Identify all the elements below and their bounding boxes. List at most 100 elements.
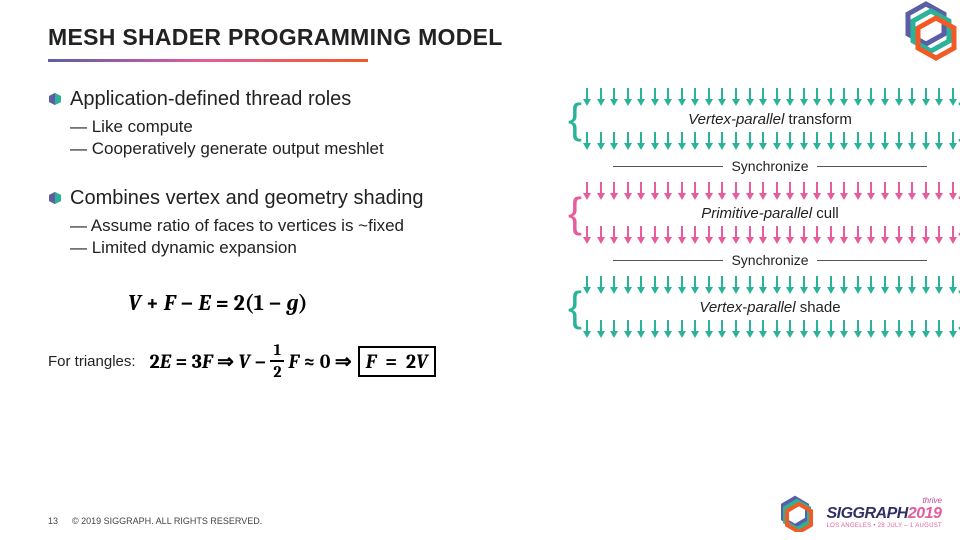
arrow-down-icon [799, 276, 809, 294]
arrow-down-icon [636, 88, 646, 106]
arrow-down-icon [894, 182, 904, 200]
arrow-down-icon [880, 226, 890, 244]
arrow-down-icon [609, 226, 619, 244]
arrow-down-icon [839, 276, 849, 294]
arrow-down-icon [948, 276, 958, 294]
arrow-down-icon [582, 132, 592, 150]
arrow-down-icon [596, 226, 606, 244]
arrow-down-icon [799, 88, 809, 106]
arrow-down-icon [839, 88, 849, 106]
arrow-down-icon [623, 182, 633, 200]
arrow-down-icon [717, 132, 727, 150]
arrow-down-icon [636, 132, 646, 150]
arrow-down-icon [582, 182, 592, 200]
arrow-down-icon [704, 226, 714, 244]
arrow-down-icon [866, 276, 876, 294]
arrow-down-icon [663, 226, 673, 244]
arrow-down-icon [745, 182, 755, 200]
arrow-down-icon [772, 88, 782, 106]
arrow-down-icon [799, 226, 809, 244]
arrow-down-icon [826, 182, 836, 200]
arrow-down-icon [650, 320, 660, 338]
arrow-down-icon [717, 320, 727, 338]
arrow-down-icon [866, 182, 876, 200]
arrow-down-icon [582, 88, 592, 106]
arrow-down-icon [812, 182, 822, 200]
arrow-down-icon [894, 276, 904, 294]
arrow-down-icon [663, 88, 673, 106]
arrow-down-icon [853, 276, 863, 294]
arrow-down-icon [921, 320, 931, 338]
arrow-down-icon [934, 132, 944, 150]
arrow-down-icon [717, 88, 727, 106]
bullet-2-text: Combines vertex and geometry shading [70, 187, 424, 210]
arrow-down-icon [853, 226, 863, 244]
arrow-down-icon [758, 320, 768, 338]
arrow-down-icon [690, 88, 700, 106]
arrow-down-icon [596, 276, 606, 294]
arrow-down-icon [596, 182, 606, 200]
euler-formula: V + F − E = 2(1 − g) [128, 290, 568, 316]
arrow-down-icon [731, 226, 741, 244]
arrow-down-icon [704, 276, 714, 294]
arrow-down-icon [826, 88, 836, 106]
arrow-down-icon [866, 226, 876, 244]
arrow-down-icon [785, 226, 795, 244]
arrow-down-icon [880, 182, 890, 200]
arrow-down-icon [731, 132, 741, 150]
arrow-down-icon [894, 132, 904, 150]
arrow-down-icon [934, 320, 944, 338]
arrow-down-icon [866, 132, 876, 150]
arrow-down-icon [921, 88, 931, 106]
arrow-down-icon [948, 182, 958, 200]
arrow-down-icon [839, 320, 849, 338]
arrow-down-icon [826, 132, 836, 150]
arrow-down-icon [948, 132, 958, 150]
siggraph-text: thrive SIGGRAPH2019 LOS ANGELES • 28 JUL… [826, 496, 942, 529]
arrow-down-icon [799, 182, 809, 200]
arrow-down-icon [772, 276, 782, 294]
arrow-down-icon [623, 320, 633, 338]
arrow-down-icon [609, 132, 619, 150]
arrow-down-icon [596, 88, 606, 106]
title-underline [48, 59, 368, 62]
bullet-2-sub-1: — Assume ratio of faces to vertices is ~… [70, 216, 568, 236]
for-triangles-row: For triangles: 2E = 3F ⇒ V − 1 2 F ≈ [48, 342, 568, 380]
sync-2: Synchronize [580, 252, 960, 268]
slide: MESH SHADER PROGRAMMING MODEL Applicatio… [0, 0, 960, 540]
arrow-down-icon [623, 88, 633, 106]
arrow-down-icon [704, 182, 714, 200]
copyright: © 2019 SIGGRAPH. ALL RIGHTS RESERVED. [72, 516, 262, 526]
arrow-down-icon [690, 226, 700, 244]
body: Application-defined thread roles — Like … [48, 88, 912, 380]
arrow-down-icon [907, 182, 917, 200]
arrow-down-icon [785, 88, 795, 106]
triangle-formula: 2E = 3F ⇒ V − 1 2 F ≈ 0 ⇒ [150, 342, 436, 380]
arrow-down-icon [826, 276, 836, 294]
arrow-down-icon [677, 226, 687, 244]
arrow-down-icon [663, 132, 673, 150]
corner-logo [886, 0, 960, 69]
arrow-down-icon [704, 132, 714, 150]
arrow-down-icon [934, 182, 944, 200]
arrow-down-icon [785, 320, 795, 338]
arrow-down-icon [921, 132, 931, 150]
page-number: 13 [48, 516, 58, 526]
arrow-down-icon [690, 320, 700, 338]
arrow-down-icon [596, 132, 606, 150]
arrow-down-icon [758, 276, 768, 294]
arrow-down-icon [636, 320, 646, 338]
block-primitive-cull: { } Primitive-parallel cull [580, 182, 960, 244]
siggraph-logo: thrive SIGGRAPH2019 LOS ANGELES • 28 JUL… [772, 492, 942, 532]
arrow-down-icon [650, 276, 660, 294]
sync-1: Synchronize [580, 158, 960, 174]
arrow-down-icon [677, 320, 687, 338]
arrow-down-icon [650, 226, 660, 244]
arrow-down-icon [704, 88, 714, 106]
arrow-down-icon [609, 182, 619, 200]
arrow-down-icon [853, 182, 863, 200]
arrow-down-icon [894, 226, 904, 244]
arrow-down-icon [866, 88, 876, 106]
arrow-down-icon [745, 226, 755, 244]
arrow-down-icon [663, 276, 673, 294]
